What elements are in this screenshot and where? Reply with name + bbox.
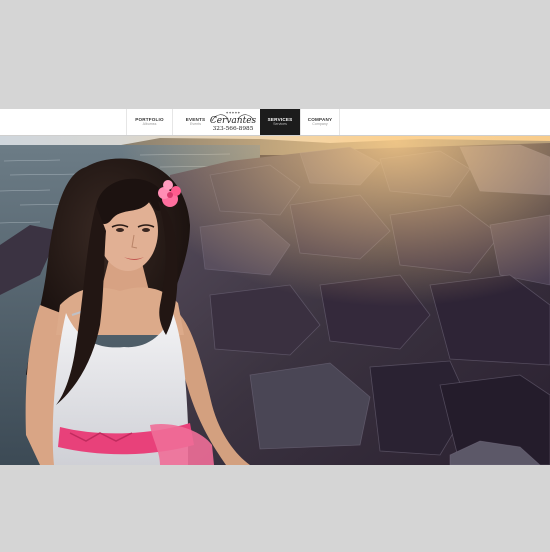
top-navigation: PORTFOLIO Albumss EVENTS Events ✦✦✦✦✦ Ce…	[0, 109, 550, 136]
nav-item-services[interactable]: SERVICES Services	[260, 109, 300, 135]
logo-text: Cervantes	[210, 116, 257, 126]
site-logo[interactable]: ✦✦✦✦✦ Cervantes 323-566-8985	[206, 109, 260, 135]
nav-item-portfolio[interactable]: PORTFOLIO Albumss	[126, 109, 172, 135]
hero-image-illustration	[0, 135, 550, 465]
nav-sublabel: Company	[312, 122, 328, 126]
nav-item-company[interactable]: COMPANY Company	[300, 109, 340, 135]
nav-sublabel: Albumss	[142, 122, 157, 126]
website-frame: PORTFOLIO Albumss EVENTS Events ✦✦✦✦✦ Ce…	[0, 109, 550, 465]
hero-photo	[0, 135, 550, 465]
phone-number: 323-566-8985	[212, 126, 254, 132]
svg-text:✦✦✦✦✦: ✦✦✦✦✦	[226, 111, 242, 115]
cervantes-logo-icon: ✦✦✦✦✦ Cervantes	[210, 111, 257, 126]
nav-sublabel: Services	[273, 122, 287, 126]
